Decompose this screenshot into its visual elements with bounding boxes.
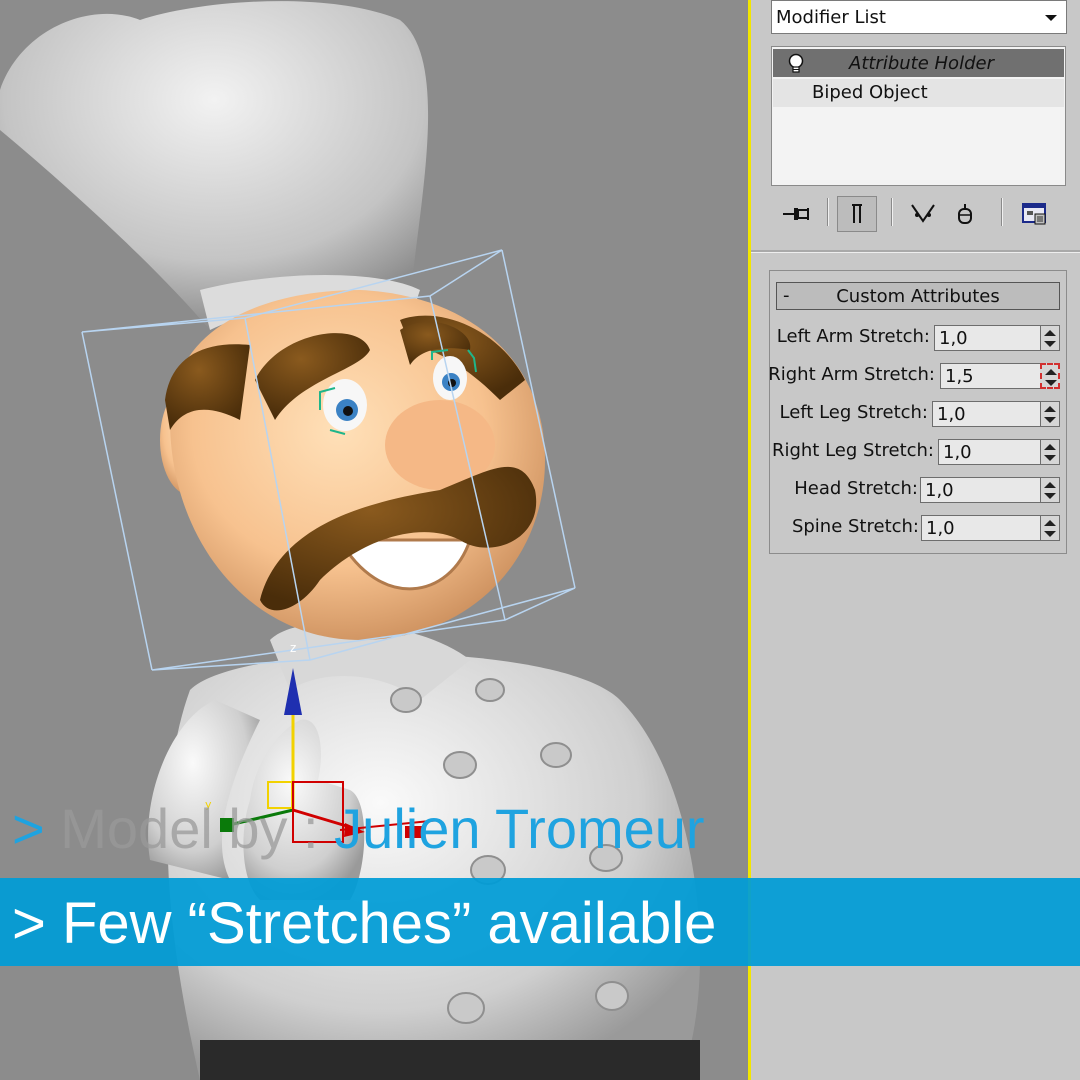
right-leg-stretch-field[interactable]: 1,0: [938, 439, 1040, 465]
field-value: 1,0: [939, 328, 968, 349]
rollout-title: Custom Attributes: [836, 286, 1000, 307]
right-leg-stretch-spinner[interactable]: [1040, 439, 1060, 465]
attribute-head-stretch: Head Stretch: 1,0: [770, 475, 1068, 505]
spine-stretch-spinner[interactable]: [1040, 515, 1060, 541]
attribute-right-arm-stretch: Right Arm Stretch: 1,5: [768, 361, 1068, 391]
spine-stretch-field[interactable]: 1,0: [921, 515, 1040, 541]
chef-head: [160, 290, 545, 640]
feature-banner: > Few “Stretches” available: [0, 878, 1080, 966]
attribute-label: Left Leg Stretch:: [779, 402, 928, 423]
stack-item-label: Biped Object: [812, 82, 928, 103]
stack-item-attribute-holder[interactable]: Attribute Holder: [773, 49, 1064, 77]
modifier-list-dropdown[interactable]: Modifier List: [771, 0, 1067, 34]
configure-modifier-sets-icon[interactable]: [1015, 196, 1055, 232]
stack-item-label: Attribute Holder: [849, 53, 994, 74]
credit-prefix: Model by :: [44, 797, 335, 860]
stack-item-biped-object[interactable]: Biped Object: [773, 79, 1064, 107]
chevron-down-icon[interactable]: [1036, 1, 1066, 33]
toolbar-separator: [827, 198, 829, 226]
field-value: 1,0: [926, 518, 955, 539]
left-arm-stretch-spinner[interactable]: [1040, 325, 1060, 351]
modifier-stack-toolbar: [771, 192, 1071, 236]
attribute-right-leg-stretch: Right Leg Stretch: 1,0: [770, 437, 1068, 467]
attribute-label: Right Leg Stretch:: [771, 440, 934, 461]
model-credit-caption: > Model by : Julien Tromeur: [12, 796, 705, 861]
attribute-left-arm-stretch: Left Arm Stretch: 1,0: [770, 323, 1068, 353]
rollout-header-custom-attributes[interactable]: - Custom Attributes: [776, 282, 1060, 310]
remove-modifier-icon[interactable]: [947, 196, 983, 232]
left-leg-stretch-field[interactable]: 1,0: [932, 401, 1040, 427]
left-leg-stretch-spinner[interactable]: [1040, 401, 1060, 427]
left-arm-stretch-field[interactable]: 1,0: [934, 325, 1040, 351]
attribute-label: Left Arm Stretch:: [776, 326, 930, 347]
field-value: 1,0: [925, 480, 954, 501]
right-arm-stretch-spinner[interactable]: [1040, 363, 1060, 389]
credit-arrow: >: [12, 797, 45, 860]
credit-author: Julien Tromeur: [334, 797, 705, 860]
chef-hat: [0, 1, 429, 330]
banner-text: > Few “Stretches” available: [12, 891, 717, 956]
custom-attributes-rollout: - Custom Attributes Left Arm Stretch: 1,…: [768, 270, 1068, 554]
gizmo-z-label: z: [290, 641, 296, 655]
attribute-label: Spine Stretch:: [791, 516, 919, 537]
head-stretch-spinner[interactable]: [1040, 477, 1060, 503]
pin-stack-icon[interactable]: [777, 196, 817, 232]
right-arm-stretch-field[interactable]: 1,5: [940, 363, 1040, 389]
attribute-label: Right Arm Stretch:: [768, 364, 935, 385]
show-end-result-icon[interactable]: [837, 196, 877, 232]
field-value: 1,5: [945, 366, 974, 387]
field-value: 1,0: [943, 442, 972, 463]
modifier-stack[interactable]: Attribute Holder Biped Object: [771, 46, 1066, 186]
toolbar-separator: [891, 198, 893, 226]
attribute-spine-stretch: Spine Stretch: 1,0: [770, 513, 1068, 543]
modifier-list-label: Modifier List: [776, 7, 886, 28]
attribute-left-leg-stretch: Left Leg Stretch: 1,0: [770, 399, 1068, 429]
lightbulb-icon[interactable]: [787, 53, 805, 79]
attribute-label: Head Stretch:: [794, 478, 918, 499]
toolbar-separator: [1001, 198, 1003, 226]
panel-divider: [751, 250, 1080, 253]
make-unique-icon[interactable]: [903, 196, 943, 232]
head-stretch-field[interactable]: 1,0: [920, 477, 1040, 503]
field-value: 1,0: [937, 404, 966, 425]
